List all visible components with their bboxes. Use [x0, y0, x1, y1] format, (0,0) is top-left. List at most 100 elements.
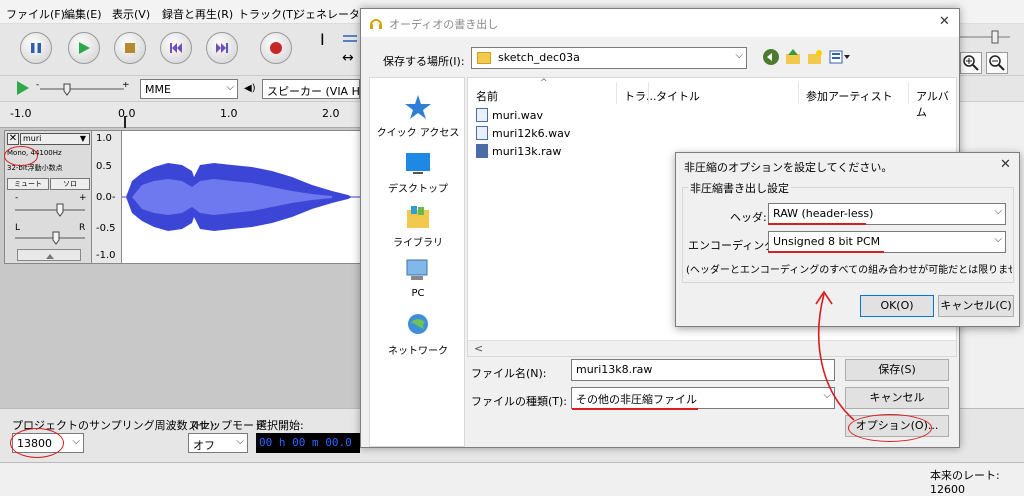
encoding-value: Unsigned 8 bit PCM: [773, 235, 881, 248]
close-icon[interactable]: ✕: [939, 14, 950, 29]
column-title[interactable]: タイトル: [656, 88, 700, 104]
list-item[interactable]: muri13k.raw: [476, 144, 561, 158]
stop-button[interactable]: [114, 32, 146, 64]
view-menu-icon[interactable]: [829, 49, 851, 65]
status-bar: 本来のレート: 12600: [0, 462, 1024, 496]
audio-file-icon: [476, 108, 488, 122]
file-type-value: その他の非圧縮ファイル: [576, 393, 697, 406]
place-quick-access[interactable]: クイック アクセス: [370, 94, 466, 139]
annotation-arrow: [815, 290, 855, 421]
headphones-icon: [369, 16, 383, 30]
selection-tool-icon[interactable]: I: [320, 30, 325, 49]
filename-label: ファイル名(N):: [471, 367, 547, 380]
file-type-label: ファイルの種類(T):: [471, 395, 568, 408]
selection-start-time[interactable]: 00 h 00 m 00.0: [256, 433, 360, 453]
group-label: 非圧縮書き出し設定: [688, 180, 791, 196]
ruler-tick: -1.0: [10, 107, 32, 120]
waveform-display[interactable]: [122, 130, 360, 264]
list-item[interactable]: muri12k6.wav: [476, 126, 570, 140]
gain-minus-label: -: [15, 193, 19, 203]
place-network[interactable]: ネットワーク: [370, 312, 466, 357]
menu-view[interactable]: 表示(V): [112, 6, 150, 22]
menu-generate[interactable]: ジェネレーター(G: [294, 6, 358, 22]
column-divider: [908, 82, 909, 104]
column-name[interactable]: 名前: [476, 88, 498, 104]
solo-button[interactable]: ソロ: [50, 178, 90, 190]
annotation-circle: [10, 428, 64, 458]
skip-start-button[interactable]: [160, 32, 192, 64]
file-name: muri.wav: [492, 108, 544, 122]
stop-icon: [115, 33, 145, 63]
play-at-speed-icon[interactable]: [16, 80, 30, 99]
column-divider: [616, 82, 617, 104]
meter-slider[interactable]: [960, 30, 1020, 44]
scroll-left-icon[interactable]: <: [474, 342, 483, 355]
play-speed-slider[interactable]: - +: [36, 80, 132, 96]
menu-tracks[interactable]: トラック(T): [238, 6, 297, 22]
options-dialog-title: 非圧縮のオプションを設定してください。: [684, 161, 893, 174]
envelope-tool-icon[interactable]: [342, 30, 358, 46]
skip-end-button[interactable]: [206, 32, 238, 64]
menu-transport[interactable]: 録音と再生(R): [162, 6, 233, 22]
timeshift-tool-icon[interactable]: ↔: [342, 50, 354, 66]
timeline-ruler[interactable]: -1.0 0.0 1.0 2.0: [0, 102, 360, 128]
gain-slider[interactable]: [13, 203, 87, 217]
zoom-in-button[interactable]: [960, 52, 982, 74]
options-cancel-button[interactable]: キャンセル(C): [938, 295, 1014, 317]
pan-slider[interactable]: [13, 231, 87, 245]
skip-start-icon: [161, 33, 191, 63]
column-album[interactable]: アルバム: [916, 88, 956, 120]
header-select[interactable]: RAW (header-less) ⌵: [768, 203, 1006, 225]
menu-file[interactable]: ファイル(F): [6, 6, 65, 22]
close-icon[interactable]: ✕: [1000, 157, 1011, 172]
output-device-select[interactable]: スピーカー (VIA HD: [262, 79, 360, 99]
menu-edit[interactable]: 編集(E): [64, 6, 102, 22]
pause-button[interactable]: [20, 32, 52, 64]
place-label: ネットワーク: [388, 346, 448, 357]
record-button[interactable]: [260, 32, 292, 64]
place-label: PC: [411, 288, 425, 299]
place-pc[interactable]: PC: [370, 258, 466, 299]
track-vertical-ruler: 1.0 0.5 0.0- -0.5 -1.0: [92, 130, 122, 264]
scale-label: 0.5: [96, 161, 112, 172]
close-track-icon[interactable]: ✕: [7, 133, 19, 145]
back-icon[interactable]: [763, 49, 779, 65]
list-item[interactable]: muri.wav: [476, 108, 543, 122]
skip-end-icon: [207, 33, 237, 63]
chevron-down-icon: ⌵: [236, 436, 244, 447]
new-folder-icon[interactable]: [807, 49, 823, 65]
header-value: RAW (header-less): [773, 207, 874, 220]
header-label: ヘッダ:: [730, 211, 767, 224]
encoding-select[interactable]: Unsigned 8 bit PCM ⌵: [768, 231, 1006, 253]
svg-text:-: -: [36, 82, 39, 90]
up-folder-icon[interactable]: [785, 49, 801, 65]
audio-file-icon: [476, 126, 488, 140]
scale-label: 0.0-: [96, 192, 116, 203]
raw-file-icon: [476, 144, 488, 158]
track-name: muri: [23, 134, 42, 143]
collapse-track-button[interactable]: [17, 249, 81, 261]
save-location-value: sketch_dec03a: [498, 51, 580, 64]
tools-toolbar: I ↔: [316, 28, 360, 72]
place-desktop[interactable]: デスクトップ: [370, 150, 466, 195]
star-icon: [403, 94, 433, 120]
ruler-tick: 0.0: [118, 107, 136, 120]
column-artist[interactable]: 参加アーティスト: [806, 88, 893, 104]
annotation-underline: [768, 251, 884, 253]
annotation-circle: [4, 146, 38, 166]
zoom-out-button[interactable]: [986, 52, 1008, 74]
place-libraries[interactable]: ライブラリ: [370, 204, 466, 249]
chevron-up-icon: [46, 254, 54, 259]
file-name: muri13k.raw: [492, 144, 562, 158]
track-name-button[interactable]: muri ▼: [20, 133, 90, 145]
annotation-underline: [768, 223, 866, 225]
host-select[interactable]: MME ⌵: [140, 79, 238, 99]
play-button[interactable]: [68, 32, 100, 64]
save-location-select[interactable]: sketch_dec03a ⌵: [471, 47, 747, 69]
save-location-label: 保存する場所(I):: [383, 55, 465, 68]
zoom-out-icon: [989, 55, 1005, 71]
column-track[interactable]: トラ...: [624, 88, 657, 104]
mute-button[interactable]: ミュート: [7, 178, 49, 190]
snap-mode-select[interactable]: オフ ⌵: [188, 433, 248, 453]
combination-note: (ヘッダーとエンコーディングのすべての組み合わせが可能だとは限りません。): [686, 265, 1012, 276]
